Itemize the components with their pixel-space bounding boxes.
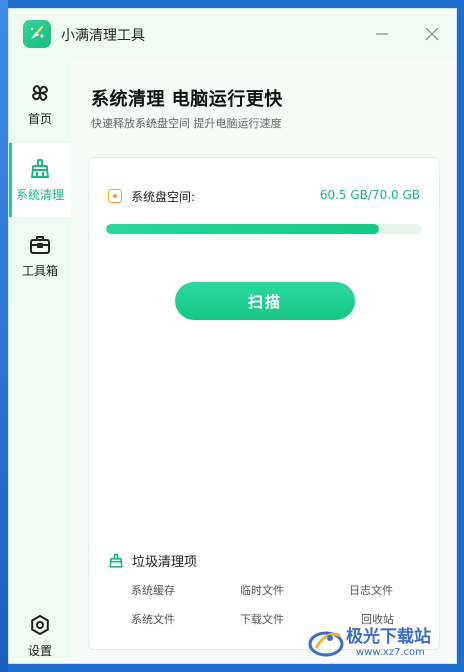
close-icon: [425, 27, 439, 41]
sidebar-item-label: 首页: [27, 111, 52, 126]
junk-item-system-cache[interactable]: 系统缓存: [131, 582, 175, 598]
broom-icon: [31, 158, 49, 178]
app-window: 小满清理工具 首页 系统清理 工具箱 设置 系统清理 电脑运行更快 快速释放系统…: [8, 8, 457, 664]
close-button[interactable]: [421, 23, 443, 45]
disk-icon: [108, 189, 122, 203]
disk-space-label: 系统盘空间:: [131, 190, 196, 204]
junk-item-system-files[interactable]: 系统文件: [131, 611, 175, 627]
title-bar[interactable]: 小满清理工具: [9, 9, 456, 59]
broom-icon: [109, 553, 123, 568]
watermark-url: www.xz7.com: [356, 647, 425, 658]
junk-item-download-files[interactable]: 下载文件: [240, 611, 284, 627]
sidebar-item-system-clean[interactable]: 系统清理: [9, 143, 71, 217]
desktop-background: [0, 0, 8, 672]
clover-icon: [31, 84, 49, 101]
page-subtitle: 快速释放系统盘空间 提升电脑运行速度: [91, 117, 282, 130]
sidebar-item-label: 设置: [27, 643, 52, 658]
sidebar-item-home[interactable]: 首页: [9, 67, 71, 141]
junk-item-temp-files[interactable]: 临时文件: [240, 582, 284, 598]
disk-usage-fill: [106, 224, 380, 234]
minimize-icon: [376, 33, 388, 35]
minimize-button[interactable]: [371, 23, 393, 45]
gear-icon: [31, 614, 49, 635]
junk-section-header: 垃圾清理项: [108, 551, 197, 570]
sidebar-item-label: 系统清理: [15, 187, 64, 202]
watermark: 极光下载站 www.xz7.com: [306, 618, 458, 666]
sidebar: 首页 系统清理 工具箱 设置: [9, 59, 71, 663]
app-logo-icon: [23, 20, 51, 48]
watermark-text: 极光下载站: [346, 627, 431, 647]
disk-space-value: 60.5 GB/70.0 GB: [319, 188, 420, 202]
disk-usage-bar: [106, 224, 422, 234]
aurora-logo-icon: [308, 631, 344, 657]
app-title: 小满清理工具: [61, 28, 145, 44]
sidebar-item-settings[interactable]: 设置: [9, 599, 71, 663]
scan-button[interactable]: 扫描: [175, 282, 355, 320]
junk-section-title: 垃圾清理项: [132, 555, 198, 570]
junk-item-log-files[interactable]: 日志文件: [349, 582, 393, 598]
sidebar-item-label: 工具箱: [21, 263, 58, 278]
clean-card: 系统盘空间: 60.5 GB/70.0 GB 扫描 垃圾清理项 系统缓存 临时文…: [88, 157, 440, 650]
main-panel: 系统清理 电脑运行更快 快速释放系统盘空间 提升电脑运行速度 系统盘空间: 60…: [71, 59, 456, 663]
toolbox-icon: [30, 235, 50, 254]
page-title: 系统清理 电脑运行更快: [91, 89, 283, 110]
sidebar-item-toolbox[interactable]: 工具箱: [9, 219, 71, 293]
